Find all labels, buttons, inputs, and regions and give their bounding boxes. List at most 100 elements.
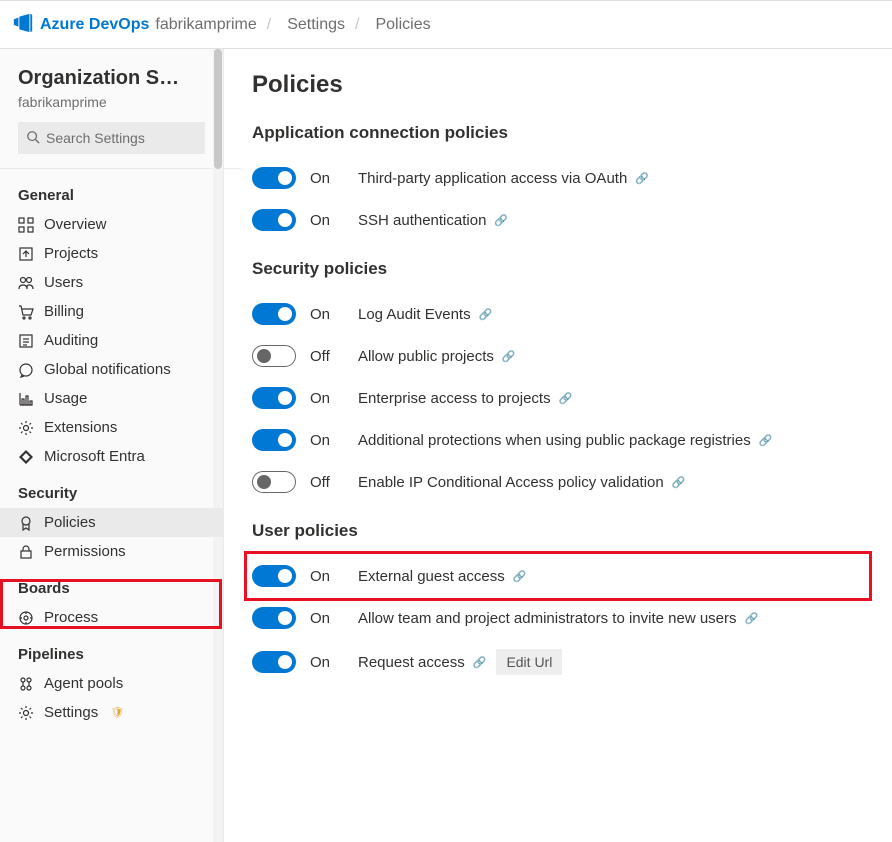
link-icon[interactable]: 🔗: [494, 214, 508, 227]
nav-section-title: Security: [0, 471, 223, 508]
link-icon[interactable]: 🔗: [672, 476, 686, 489]
breadcrumb-org[interactable]: fabrikamprime: [155, 16, 256, 34]
toggle[interactable]: [252, 565, 296, 587]
nav-label: Extensions: [44, 419, 117, 436]
toggle-state: Off: [310, 348, 358, 365]
sidebar-item-auditing[interactable]: Auditing: [0, 326, 223, 355]
azure-devops-icon: [12, 12, 34, 37]
scrollbar-thumb[interactable]: [214, 49, 222, 169]
sidebar-item-projects[interactable]: Projects: [0, 239, 223, 268]
sidebar-item-permissions[interactable]: Permissions: [0, 537, 223, 566]
toggle-state: On: [310, 654, 358, 671]
search-input[interactable]: Search Settings: [18, 122, 205, 154]
sidebar: Organization S… fabrikamprime Search Set…: [0, 49, 224, 842]
org-name: fabrikamprime: [0, 90, 223, 122]
link-icon[interactable]: 🔗: [502, 350, 516, 363]
link-icon[interactable]: 🔗: [559, 392, 573, 405]
policy-label: External guest access🔗: [358, 568, 526, 585]
policy-row: OnAllow team and project administrators …: [252, 597, 864, 639]
search-placeholder: Search Settings: [46, 130, 145, 146]
link-icon[interactable]: 🔗: [479, 308, 493, 321]
policy-label: Request access🔗: [358, 654, 486, 671]
toggle[interactable]: [252, 303, 296, 325]
policy-label: Enable IP Conditional Access policy vali…: [358, 474, 685, 491]
process-icon: [18, 610, 34, 626]
toggle-state: On: [310, 432, 358, 449]
toggle-state: Off: [310, 474, 358, 491]
grid-icon: [18, 217, 34, 233]
nav-section-title: Boards: [0, 566, 223, 603]
nav-label: Auditing: [44, 332, 98, 349]
toggle-state: On: [310, 306, 358, 323]
toggle-state: On: [310, 568, 358, 585]
brand-logo[interactable]: Azure DevOps: [12, 12, 149, 37]
nav-section-title: General: [0, 173, 223, 210]
toggle-state: On: [310, 390, 358, 407]
upload-icon: [18, 246, 34, 262]
main-content: Policies Application connection policies…: [224, 49, 892, 842]
policy-row: OffEnable IP Conditional Access policy v…: [252, 461, 864, 503]
policy-label: Third-party application access via OAuth…: [358, 170, 649, 187]
link-icon[interactable]: 🔗: [513, 570, 527, 583]
nav-label: Global notifications: [44, 361, 171, 378]
sidebar-item-overview[interactable]: Overview: [0, 210, 223, 239]
sidebar-item-extensions[interactable]: Extensions: [0, 413, 223, 442]
nav-label: Policies: [44, 514, 96, 531]
toggle[interactable]: [252, 429, 296, 451]
header: Azure DevOps fabrikamprime / Settings / …: [0, 0, 892, 49]
policy-section-title: User policies: [252, 521, 864, 541]
nav-label: Permissions: [44, 543, 126, 560]
policy-row: OnSSH authentication🔗: [252, 199, 864, 241]
policy-label: Log Audit Events🔗: [358, 306, 492, 323]
page-title: Policies: [252, 71, 864, 99]
cart-icon: [18, 304, 34, 320]
sidebar-item-process[interactable]: Process: [0, 603, 223, 632]
lock-icon: [18, 544, 34, 560]
policy-row: OnAdditional protections when using publ…: [252, 419, 864, 461]
sidebar-item-microsoft-entra[interactable]: Microsoft Entra: [0, 442, 223, 471]
policy-row: OnLog Audit Events🔗: [252, 293, 864, 335]
policy-row: OnExternal guest access🔗: [252, 555, 864, 597]
policy-section-title: Security policies: [252, 259, 864, 279]
breadcrumb-policies[interactable]: Policies: [375, 16, 430, 34]
sidebar-item-users[interactable]: Users: [0, 268, 223, 297]
sidebar-item-billing[interactable]: Billing: [0, 297, 223, 326]
chart-icon: [18, 391, 34, 407]
nav-label: Settings: [44, 704, 98, 721]
sidebar-item-policies[interactable]: Policies: [0, 508, 223, 537]
nav-label: Usage: [44, 390, 87, 407]
sidebar-item-settings[interactable]: Settings🛡: [0, 698, 223, 727]
sidebar-item-global-notifications[interactable]: Global notifications: [0, 355, 223, 384]
nav-label: Agent pools: [44, 675, 123, 692]
toggle[interactable]: [252, 167, 296, 189]
link-icon[interactable]: 🔗: [745, 612, 759, 625]
gear-icon: [18, 705, 34, 721]
toggle[interactable]: [252, 387, 296, 409]
nav-label: Microsoft Entra: [44, 448, 145, 465]
policy-label: SSH authentication🔗: [358, 212, 508, 229]
toggle-state: On: [310, 610, 358, 627]
toggle-state: On: [310, 212, 358, 229]
sidebar-item-agent-pools[interactable]: Agent pools: [0, 669, 223, 698]
policy-label: Allow team and project administrators to…: [358, 610, 758, 627]
toggle[interactable]: [252, 209, 296, 231]
link-icon[interactable]: 🔗: [759, 434, 773, 447]
toggle[interactable]: [252, 651, 296, 673]
link-icon[interactable]: 🔗: [635, 172, 649, 185]
policy-row: OnEnterprise access to projects🔗: [252, 377, 864, 419]
toggle[interactable]: [252, 345, 296, 367]
nav-label: Users: [44, 274, 83, 291]
policy-label: Enterprise access to projects🔗: [358, 390, 572, 407]
link-icon[interactable]: 🔗: [473, 656, 487, 669]
breadcrumb-sep: /: [355, 16, 359, 34]
sidebar-item-usage[interactable]: Usage: [0, 384, 223, 413]
policy-label: Additional protections when using public…: [358, 432, 772, 449]
nav-section-title: Pipelines: [0, 632, 223, 669]
brand-name[interactable]: Azure DevOps: [40, 16, 149, 34]
edit-url-button[interactable]: Edit Url: [496, 649, 562, 675]
list-icon: [18, 333, 34, 349]
toggle[interactable]: [252, 607, 296, 629]
toggle[interactable]: [252, 471, 296, 493]
users-icon: [18, 275, 34, 291]
breadcrumb-settings[interactable]: Settings: [287, 16, 345, 34]
